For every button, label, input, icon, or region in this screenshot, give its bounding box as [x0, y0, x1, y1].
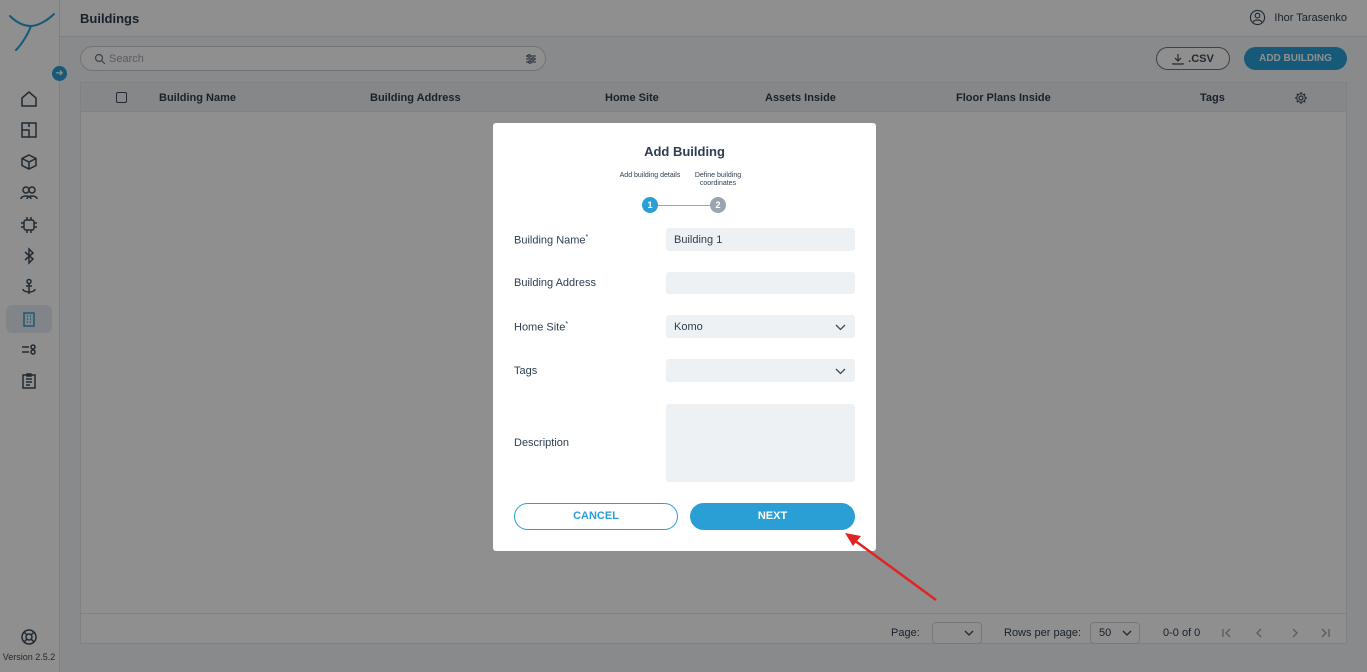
home-site-select[interactable]: Komo [666, 315, 855, 338]
step-1-label: Add building details [619, 172, 681, 179]
next-button[interactable]: NEXT [690, 503, 855, 530]
dialog-title: Add Building [644, 144, 725, 159]
chevron-down-icon [835, 324, 846, 331]
step-2-label: Define building coordinates [694, 172, 742, 187]
building-name-field[interactable]: Building 1 [666, 228, 855, 251]
cancel-button[interactable]: CANCEL [514, 503, 678, 530]
tags-label: Tags [514, 365, 538, 377]
home-site-label-text: Home Site [514, 321, 566, 334]
building-address-field[interactable] [666, 272, 855, 294]
stepper-connector [657, 205, 713, 206]
step-2-indicator: 2 [710, 197, 726, 213]
home-site-value: Komo [674, 321, 703, 333]
step-1-indicator: 1 [642, 197, 658, 213]
chevron-down-icon [835, 368, 846, 375]
building-address-label: Building Address [514, 277, 596, 289]
description-label: Description [514, 437, 570, 449]
add-building-dialog: Add Building Add building details Define… [493, 123, 876, 551]
home-site-label: Home Site* [514, 321, 568, 334]
description-textarea[interactable] [666, 404, 855, 482]
required-marker: * [565, 321, 569, 328]
required-marker: * [585, 234, 589, 241]
building-name-value: Building 1 [674, 234, 723, 246]
building-name-label-text: Building Name [514, 234, 586, 247]
building-name-label: Building Name* [514, 234, 588, 247]
tags-select[interactable] [666, 359, 855, 382]
